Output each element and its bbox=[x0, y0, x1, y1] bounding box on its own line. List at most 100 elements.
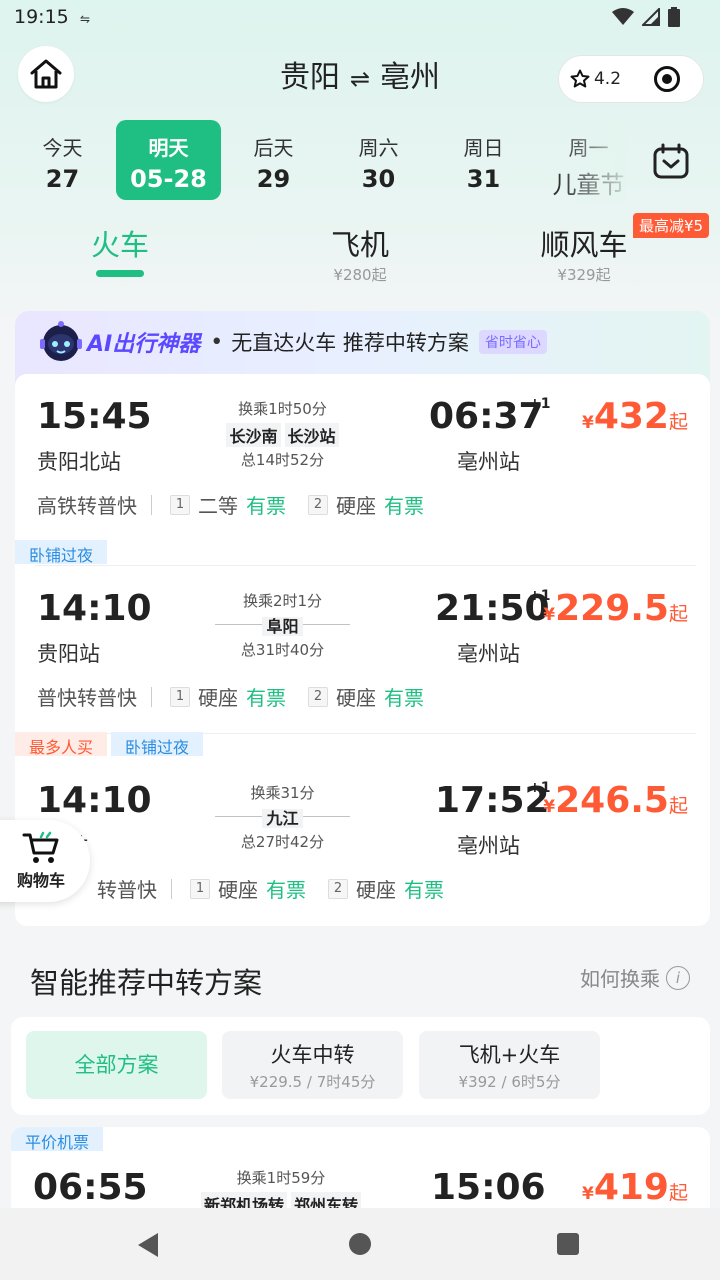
home-nav-icon[interactable] bbox=[348, 1232, 372, 1256]
filter-separator: / bbox=[501, 1073, 507, 1091]
total-duration: 总27时42分 bbox=[240, 833, 325, 851]
arrival-station: 亳州站 bbox=[457, 834, 520, 858]
route-tags: 卧铺过夜 bbox=[15, 540, 108, 565]
route-card[interactable]: 15:45 贵阳北站 换乘1时50分 长沙南 长沙站 总14时52分 06:37… bbox=[15, 374, 710, 566]
ai-recommendation-panel: AI出行神器 • 无直达火车 推荐中转方案 省时省心 15:45 贵阳北站 换乘… bbox=[15, 311, 710, 926]
filter-label: 飞机+火车 bbox=[458, 1043, 561, 1067]
price-value: 432 bbox=[593, 396, 669, 437]
price: ¥229.5起 bbox=[543, 588, 688, 629]
price-value: 229.5 bbox=[555, 588, 669, 629]
tab-flight[interactable]: 飞机 ¥280起 bbox=[310, 222, 410, 285]
price: ¥419起 bbox=[582, 1167, 688, 1208]
shopping-cart-button[interactable]: 购物车 bbox=[0, 820, 90, 902]
filter-all-plans[interactable]: 全部方案 bbox=[26, 1031, 207, 1099]
transfer-station: 阜阳 bbox=[262, 617, 303, 636]
arrival-station: 亳州站 bbox=[457, 642, 520, 666]
seat-class: 二等 bbox=[198, 494, 238, 518]
ai-separator: • bbox=[210, 329, 224, 355]
date-day: 05-28 bbox=[130, 165, 207, 193]
route-card[interactable]: 卧铺过夜 14:10 贵阳站 换乘2时1分 阜阳 总31时40分 21:50 +… bbox=[15, 540, 710, 734]
tab-rideshare[interactable]: 顺风车 ¥329起 bbox=[528, 222, 640, 285]
how-to-transfer-link[interactable]: 如何换乘 i bbox=[580, 963, 690, 992]
from-city: 贵阳 bbox=[279, 60, 340, 95]
route-tags: 最多人买 卧铺过夜 bbox=[15, 732, 204, 757]
price-value: 246.5 bbox=[555, 780, 669, 821]
date-weekday: 周六 bbox=[358, 136, 399, 160]
filter-summary: ¥229.5 / 7时45分 bbox=[222, 1071, 403, 1092]
date-tomorrow[interactable]: 明天 05-28 bbox=[116, 120, 221, 200]
transfer-duration: 换乘31分 bbox=[250, 784, 315, 802]
transfer-station: 新郑机场转 bbox=[200, 1192, 287, 1208]
tab-label: 火车 bbox=[90, 228, 149, 262]
filter-train-transfer[interactable]: 火车中转 ¥229.5 / 7时45分 bbox=[222, 1031, 403, 1099]
info-icon: i bbox=[666, 965, 690, 990]
ai-tag: 省时省心 bbox=[478, 330, 547, 354]
date-today[interactable]: 今天 27 bbox=[10, 120, 115, 200]
currency-symbol: ¥ bbox=[581, 1184, 594, 1204]
departure-time: 14:10 bbox=[37, 588, 152, 629]
rating-value: 4.2 bbox=[593, 69, 622, 89]
arrival-time: 15:06 bbox=[431, 1167, 546, 1208]
transfer-info: 换乘1时50分 长沙南 长沙站 总14时52分 bbox=[215, 398, 350, 470]
train-type: 转普快 bbox=[97, 878, 157, 902]
status-bar: 19:15 ⇋ bbox=[0, 0, 720, 36]
transfer-station: 长沙站 bbox=[284, 423, 339, 447]
route-list: 15:45 贵阳北站 换乘1时50分 长沙南 长沙站 总14时52分 06:37… bbox=[15, 374, 710, 926]
filter-separator: / bbox=[306, 1073, 312, 1091]
segment-number: 1 bbox=[190, 878, 210, 899]
route-card[interactable]: 平价机票 06:55 换乘1时59分 新郑机场转 郑州东转 15:06 ¥419… bbox=[11, 1127, 710, 1208]
divider bbox=[151, 686, 152, 707]
date-weekday: 周日 bbox=[463, 136, 504, 160]
filter-flight-train[interactable]: 飞机+火车 ¥392 / 6时5分 bbox=[419, 1031, 600, 1099]
ticket-status: 有票 bbox=[246, 686, 286, 710]
segment-number: 2 bbox=[308, 494, 328, 515]
back-icon[interactable] bbox=[136, 1232, 160, 1258]
departure-time: 14:10 bbox=[37, 780, 152, 821]
filter-price: ¥229.5 bbox=[249, 1073, 303, 1091]
route-card[interactable]: 最多人买 卧铺过夜 14:10 站 换乘31分 九江 总27时42分 17:52… bbox=[15, 732, 710, 924]
close-mini-program-button[interactable] bbox=[632, 65, 703, 93]
tab-train[interactable]: 火车 bbox=[80, 222, 160, 264]
arrival-station: 亳州站 bbox=[457, 450, 520, 474]
seat-class: 硬座 bbox=[218, 878, 258, 902]
transfer-line: 九江 bbox=[215, 805, 350, 829]
tab-price: ¥280起 bbox=[333, 266, 387, 284]
price-value: 419 bbox=[593, 1167, 669, 1208]
status-icons bbox=[612, 7, 680, 27]
filter-duration: 7时45分 bbox=[316, 1073, 376, 1091]
calendar-button[interactable] bbox=[652, 142, 690, 184]
filter-summary: ¥392 / 6时5分 bbox=[419, 1071, 600, 1092]
price: ¥246.5起 bbox=[543, 780, 688, 821]
ai-message: 无直达火车 推荐中转方案 bbox=[231, 331, 469, 355]
segment-number: 1 bbox=[170, 494, 190, 515]
arrival-time: 06:37 bbox=[429, 396, 544, 437]
filter-duration: 6时5分 bbox=[511, 1073, 561, 1091]
star-icon bbox=[570, 69, 590, 88]
date-day: 31 bbox=[466, 165, 501, 193]
departure-station: 贵阳站 bbox=[37, 642, 100, 666]
transfer-info: 换乘2时1分 阜阳 总31时40分 bbox=[215, 590, 350, 660]
segment-number: 2 bbox=[308, 686, 328, 707]
date-sunday[interactable]: 周日 31 bbox=[431, 120, 536, 200]
currency-symbol: ¥ bbox=[543, 797, 556, 817]
rating-button[interactable]: 4.2 bbox=[559, 69, 632, 89]
ticket-status: 有票 bbox=[266, 878, 306, 902]
date-saturday[interactable]: 周六 30 bbox=[326, 120, 431, 200]
cart-label: 购物车 bbox=[16, 871, 65, 890]
transfer-duration: 换乘1时59分 bbox=[236, 1169, 326, 1187]
mini-program-capsule: 4.2 bbox=[558, 55, 704, 103]
date-day-after[interactable]: 后天 29 bbox=[221, 120, 326, 200]
departure-station: 贵阳北站 bbox=[37, 450, 121, 474]
currency-symbol: ¥ bbox=[543, 605, 556, 625]
price: ¥432起 bbox=[582, 396, 688, 437]
date-weekday: 明天 bbox=[148, 136, 189, 160]
swap-icon[interactable]: ⇌ bbox=[350, 65, 370, 93]
recents-icon[interactable] bbox=[556, 1232, 580, 1256]
seat-availability: 高铁转普快 1 二等 有票 2 硬座 有票 bbox=[37, 490, 446, 519]
seat-class: 硬座 bbox=[336, 494, 376, 518]
ai-robot-icon bbox=[40, 321, 82, 361]
calendar-icon bbox=[653, 143, 689, 179]
transfer-station: 郑州东转 bbox=[291, 1192, 362, 1208]
status-time: 19:15 bbox=[14, 6, 69, 28]
total-duration: 总14时52分 bbox=[240, 451, 325, 469]
